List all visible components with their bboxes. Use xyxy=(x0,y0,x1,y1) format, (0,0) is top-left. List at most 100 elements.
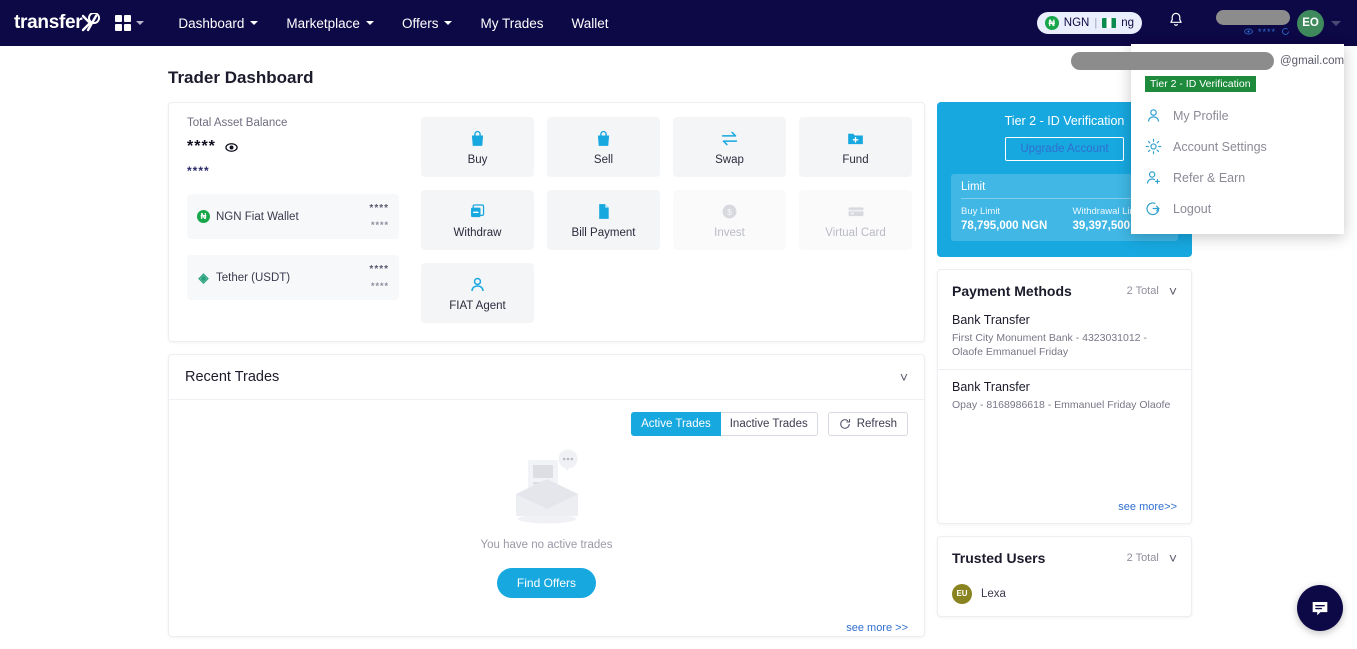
gear-icon xyxy=(1145,138,1162,155)
chevron-down-icon[interactable]: ˅ xyxy=(900,370,908,384)
wallet-row-usdt-values: **** **** xyxy=(369,264,389,291)
chat-launcher-button[interactable] xyxy=(1297,585,1343,631)
nav-item-offers-label: Offers xyxy=(401,15,439,31)
chevron-down-icon[interactable]: ˅ xyxy=(1169,551,1177,565)
user-icon xyxy=(471,277,484,291)
account-menu-trigger[interactable]: **** EO xyxy=(1216,9,1347,37)
total-asset-balance-value-row: **** xyxy=(187,139,399,155)
notifications-button[interactable] xyxy=(1164,8,1188,38)
chevron-down-icon xyxy=(250,21,259,25)
wallet-row-usdt-name-group: ◈ Tether (USDT) xyxy=(197,270,291,285)
user-icon xyxy=(1147,109,1160,122)
refresh-icon xyxy=(1282,28,1289,35)
action-withdraw-label: Withdraw xyxy=(453,226,502,239)
balance-and-actions-card: Total Asset Balance **** **** ₦ NGN Fiat… xyxy=(168,102,925,342)
recent-trades-empty-text: You have no active trades xyxy=(480,539,613,551)
upgrade-account-button[interactable]: Upgrade Account xyxy=(1005,137,1124,161)
refresh-trades-label: Refresh xyxy=(856,418,897,430)
nav-item-dashboard[interactable]: Dashboard xyxy=(164,10,272,37)
chevron-down-icon xyxy=(365,21,374,25)
payment-method-detail: Opay - 8168986618 - Emmanuel Friday Olao… xyxy=(952,399,1171,412)
action-fiat-agent[interactable]: FIAT Agent xyxy=(421,263,534,323)
apps-grid-button[interactable] xyxy=(115,15,145,31)
nav-item-wallet-label: Wallet xyxy=(571,15,609,31)
wallet-row-ngn-value-top: **** xyxy=(369,203,389,214)
eye-icon xyxy=(1244,28,1253,35)
payment-methods-spacer xyxy=(938,423,1191,501)
menu-item-logout-label: Logout xyxy=(1173,201,1212,216)
currency-selector[interactable]: ₦ NGN | ng xyxy=(1036,12,1142,34)
chevron-down-icon xyxy=(1331,20,1341,26)
tab-inactive-trades[interactable]: Inactive Trades xyxy=(720,412,818,436)
logout-icon xyxy=(1146,202,1160,216)
trusted-users-total: 2 Total xyxy=(1126,551,1159,564)
account-summary: **** xyxy=(1216,9,1290,37)
primary-nav: Dashboard Marketplace Offers My Trades W… xyxy=(164,10,622,37)
payment-method-type: Bank Transfer xyxy=(952,313,1030,327)
wallet-row-ngn-value-bottom: **** xyxy=(370,220,389,230)
menu-item-refer-earn[interactable]: Refer & Earn xyxy=(1131,162,1344,193)
payment-methods-card: Payment Methods 2 Total ˅ Bank Transfer … xyxy=(937,269,1192,524)
wallet-row-ngn[interactable]: ₦ NGN Fiat Wallet **** **** xyxy=(187,194,399,239)
navbar-right-group: ₦ NGN | ng **** EO xyxy=(1036,8,1347,38)
total-asset-balance-label: Total Asset Balance xyxy=(187,117,288,129)
action-fund[interactable]: Fund xyxy=(799,117,912,177)
action-withdraw[interactable]: Withdraw xyxy=(421,190,534,250)
recent-trades-card: Recent Trades ˅ Active Trades Inactive T… xyxy=(168,354,925,637)
nav-item-wallet[interactable]: Wallet xyxy=(558,10,623,37)
chevron-down-icon[interactable]: ˅ xyxy=(1169,284,1177,298)
menu-item-account-settings[interactable]: Account Settings xyxy=(1131,131,1344,162)
buy-limit-column: Buy Limit 78,795,000 NGN xyxy=(961,206,1057,232)
trusted-users-title: Trusted Users xyxy=(952,549,1046,566)
wallet-row-usdt[interactable]: ◈ Tether (USDT) **** **** xyxy=(187,255,399,300)
tab-active-trades[interactable]: Active Trades xyxy=(631,412,721,436)
account-balance-row: **** xyxy=(1244,27,1290,37)
action-bill-payment[interactable]: Bill Payment xyxy=(547,190,660,250)
buy-limit-label: Buy Limit xyxy=(961,206,1001,217)
account-email-row: @gmail.com xyxy=(1071,52,1344,70)
payment-methods-title: Payment Methods xyxy=(952,283,1072,299)
menu-item-refer-earn-label: Refer & Earn xyxy=(1173,170,1246,185)
chat-bubble-icon xyxy=(1312,602,1328,616)
action-sell-label: Sell xyxy=(593,153,614,166)
nav-item-marketplace[interactable]: Marketplace xyxy=(272,10,388,37)
brand-x-icon xyxy=(81,13,101,33)
brand-logo[interactable]: transfer xyxy=(14,12,101,34)
nav-item-my-trades-label: My Trades xyxy=(480,15,544,31)
naira-coin-icon: ₦ xyxy=(197,210,210,223)
payment-method-item[interactable]: Bank Transfer Opay - 8168986618 - Emmanu… xyxy=(938,369,1191,422)
avatar[interactable]: EO xyxy=(1297,9,1324,37)
recent-trades-body: Active Trades Inactive Trades Refresh Yo… xyxy=(169,400,924,616)
naira-icon: ₦ xyxy=(1044,16,1059,30)
payment-method-type: Bank Transfer xyxy=(952,380,1030,395)
total-asset-balance-value: **** xyxy=(187,138,216,155)
trusted-user-item[interactable]: EU Lexa xyxy=(938,576,1191,616)
refresh-trades-button[interactable]: Refresh xyxy=(827,412,908,436)
grid-apps-icon xyxy=(115,15,132,31)
currency-separator: | xyxy=(1094,17,1098,29)
dollar-circle-icon: $ xyxy=(722,204,737,218)
notification-bell-icon xyxy=(1170,12,1182,26)
recent-trades-see-more[interactable]: see more >> xyxy=(169,616,924,636)
payment-methods-see-more[interactable]: see more>> xyxy=(938,501,1191,523)
wallet-row-usdt-label: Tether (USDT) xyxy=(216,271,291,284)
payment-methods-header-right: 2 Total ˅ xyxy=(1127,284,1177,298)
action-sell[interactable]: Sell xyxy=(547,117,660,177)
menu-item-logout[interactable]: Logout xyxy=(1131,193,1344,224)
withdraw-icon xyxy=(471,203,485,217)
action-swap[interactable]: Swap xyxy=(673,117,786,177)
nav-item-dashboard-label: Dashboard xyxy=(178,15,245,31)
recent-trades-empty-state: You have no active trades Find Offers xyxy=(185,430,908,602)
payment-method-item[interactable]: Bank Transfer First City Monument Bank -… xyxy=(938,309,1191,369)
refresh-icon xyxy=(839,418,850,429)
menu-item-my-profile[interactable]: My Profile xyxy=(1131,100,1344,131)
eye-icon[interactable] xyxy=(225,141,238,154)
nav-item-my-trades[interactable]: My Trades xyxy=(466,10,557,37)
top-navbar: transfer Dashboard Marketplace Offers My… xyxy=(0,0,1357,234)
total-asset-balance-secondary: **** xyxy=(187,164,210,178)
find-offers-button[interactable]: Find Offers xyxy=(496,568,597,598)
nav-item-offers[interactable]: Offers xyxy=(388,10,467,37)
action-invest-label: Invest xyxy=(714,226,745,239)
action-virtual-card-label: Virtual Card xyxy=(825,226,886,239)
action-buy[interactable]: Buy xyxy=(421,117,534,177)
